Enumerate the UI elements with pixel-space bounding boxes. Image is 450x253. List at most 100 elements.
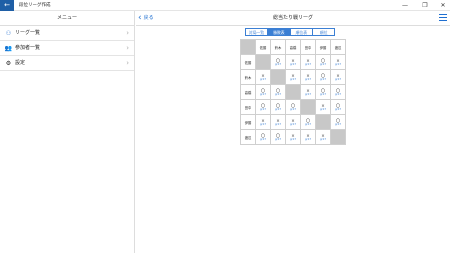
game-record-link[interactable]: gr17 (286, 63, 300, 66)
result-cell[interactable]: 〇 gr17 (315, 84, 331, 100)
chevron-right-icon: › (126, 59, 129, 67)
back-label: 戻る (143, 15, 154, 21)
game-record-link[interactable]: gr17 (256, 108, 270, 111)
game-record-link[interactable]: gr17 (316, 93, 330, 96)
row-header: 伊藤 (240, 114, 256, 130)
game-record-link[interactable]: gr17 (331, 63, 345, 66)
game-record-link[interactable]: gr17 (316, 78, 330, 81)
sidebar-item-settings[interactable]: ⚙ 設定 › (0, 56, 134, 71)
result-cell[interactable]: 〇 gr17 (330, 114, 346, 130)
result-cell[interactable]: × gr17 (285, 129, 301, 145)
sidebar-item-league-list[interactable]: ⚇ リーグ一覧 › (0, 26, 134, 41)
game-record-link[interactable]: gr17 (331, 78, 345, 81)
result-cell[interactable]: × gr17 (255, 114, 271, 130)
close-button[interactable]: ✕ (436, 0, 450, 11)
result-cell[interactable]: × gr17 (330, 54, 346, 70)
game-record-link[interactable]: gr17 (256, 78, 270, 81)
result-cell[interactable]: × gr17 (285, 54, 301, 70)
result-cell[interactable]: × gr17 (315, 99, 331, 115)
column-header: 鈴木 (270, 39, 286, 55)
self-cell (330, 129, 346, 145)
result-cell[interactable]: 〇 gr17 (300, 114, 316, 130)
self-cell (255, 54, 271, 70)
result-cell[interactable]: × gr17 (285, 69, 301, 85)
result-cell[interactable]: 〇 gr17 (270, 99, 286, 115)
game-record-link[interactable]: gr17 (286, 138, 300, 141)
game-record-link[interactable]: gr17 (271, 138, 285, 141)
table-row: 田中〇 gr17 〇 gr17 〇 gr17 × gr17 〇 gr17 (240, 99, 346, 115)
result-cell[interactable]: 〇 gr17 (255, 99, 271, 115)
grid-corner (240, 39, 256, 55)
game-record-link[interactable]: gr17 (331, 93, 345, 96)
game-record-link[interactable]: gr17 (271, 93, 285, 96)
result-cell[interactable]: 〇 gr17 (255, 84, 271, 100)
grid-header-row: 佐藤 鈴木 高橋 田中 伊藤 渡辺 (240, 39, 346, 55)
game-record-link[interactable]: gr17 (316, 108, 330, 111)
game-record-link[interactable]: gr17 (301, 78, 315, 81)
game-record-link[interactable]: gr17 (256, 138, 270, 141)
game-record-link[interactable]: gr17 (301, 93, 315, 96)
game-record-link[interactable]: gr17 (271, 108, 285, 111)
segment-match-list[interactable]: 対局一覧 (245, 28, 268, 36)
segment-results-table[interactable]: 勝敗表 (267, 28, 291, 36)
game-record-link[interactable]: gr17 (316, 63, 330, 66)
sidebar-item-participants[interactable]: 👥 参加者一覧 › (0, 41, 134, 56)
results-grid: 佐藤 鈴木 高橋 田中 伊藤 渡辺 佐藤〇 gr17 × gr17 × gr17 〇 gr17 × gr17 鈴… (240, 39, 346, 145)
result-cell[interactable]: 〇 gr17 (330, 99, 346, 115)
result-cell[interactable]: 〇 gr17 (270, 129, 286, 145)
game-record-link[interactable]: gr17 (271, 63, 285, 66)
result-cell[interactable]: 〇 gr17 (315, 69, 331, 85)
sidebar-header: メニュー (0, 11, 134, 26)
chevron-right-icon: › (126, 29, 129, 37)
game-record-link[interactable]: gr17 (301, 123, 315, 126)
people-icon: 👥 (4, 45, 13, 52)
result-cell[interactable]: 〇 gr17 (270, 54, 286, 70)
segment-ranking[interactable]: 順位 (312, 28, 336, 36)
view-segmented-control: 対局一覧 勝敗表 順位表 順位 (245, 28, 336, 36)
game-record-link[interactable]: gr17 (286, 78, 300, 81)
result-cell[interactable]: 〇 gr17 (255, 129, 271, 145)
result-cell[interactable]: × gr17 (315, 129, 331, 145)
result-cell[interactable]: × gr17 (270, 114, 286, 130)
game-record-link[interactable]: gr17 (256, 123, 270, 126)
segment-standings[interactable]: 順位表 (289, 28, 313, 36)
game-record-link[interactable]: gr17 (316, 138, 330, 141)
title-bar: ← 段位リーグ作成 — ❐ ✕ (0, 0, 450, 11)
result-cell[interactable]: 〇 gr17 (330, 84, 346, 100)
result-cell[interactable]: × gr17 (255, 69, 271, 85)
game-record-link[interactable]: gr17 (271, 123, 285, 126)
game-record-link[interactable]: gr17 (301, 63, 315, 66)
game-record-link[interactable]: gr17 (331, 108, 345, 111)
sitemap-icon: ⚇ (5, 30, 12, 37)
result-cell[interactable]: × gr17 (300, 69, 316, 85)
page-title: 総当たり戦リーグ (272, 15, 313, 21)
hamburger-menu-icon[interactable] (439, 14, 447, 22)
game-record-link[interactable]: gr17 (331, 123, 345, 126)
result-cell[interactable]: 〇 gr17 (270, 84, 286, 100)
result-cell[interactable]: × gr17 (330, 69, 346, 85)
chevron-left-icon: ‹ (138, 13, 142, 23)
self-cell (270, 69, 286, 85)
column-header: 渡辺 (330, 39, 346, 55)
self-cell (285, 84, 301, 100)
table-row: 渡辺〇 gr17 〇 gr17 × gr17 × gr17 × gr17 (240, 129, 346, 145)
result-cell[interactable]: × gr17 (300, 54, 316, 70)
main-header: 総当たり戦リーグ ‹ 戻る (136, 11, 450, 26)
game-record-link[interactable]: gr17 (256, 93, 270, 96)
row-header: 田中 (240, 99, 256, 115)
app-title: 段位リーグ作成 (19, 3, 51, 8)
minimize-button[interactable]: — (398, 0, 412, 11)
game-record-link[interactable]: gr17 (301, 138, 315, 141)
row-header: 佐藤 (240, 54, 256, 70)
back-button[interactable]: ‹ 戻る (138, 11, 154, 26)
result-cell[interactable]: 〇 gr17 (285, 99, 301, 115)
result-cell[interactable]: × gr17 (300, 129, 316, 145)
game-record-link[interactable]: gr17 (286, 123, 300, 126)
table-row: 鈴木 × gr17 × gr17 × gr17 〇 gr17 × gr17 (240, 69, 346, 85)
maximize-button[interactable]: ❐ (418, 0, 432, 11)
result-cell[interactable]: 〇 gr17 (315, 54, 331, 70)
result-cell[interactable]: × gr17 (285, 114, 301, 130)
game-record-link[interactable]: gr17 (286, 108, 300, 111)
result-cell[interactable]: × gr17 (300, 84, 316, 100)
window-back-button[interactable]: ← (0, 0, 14, 11)
